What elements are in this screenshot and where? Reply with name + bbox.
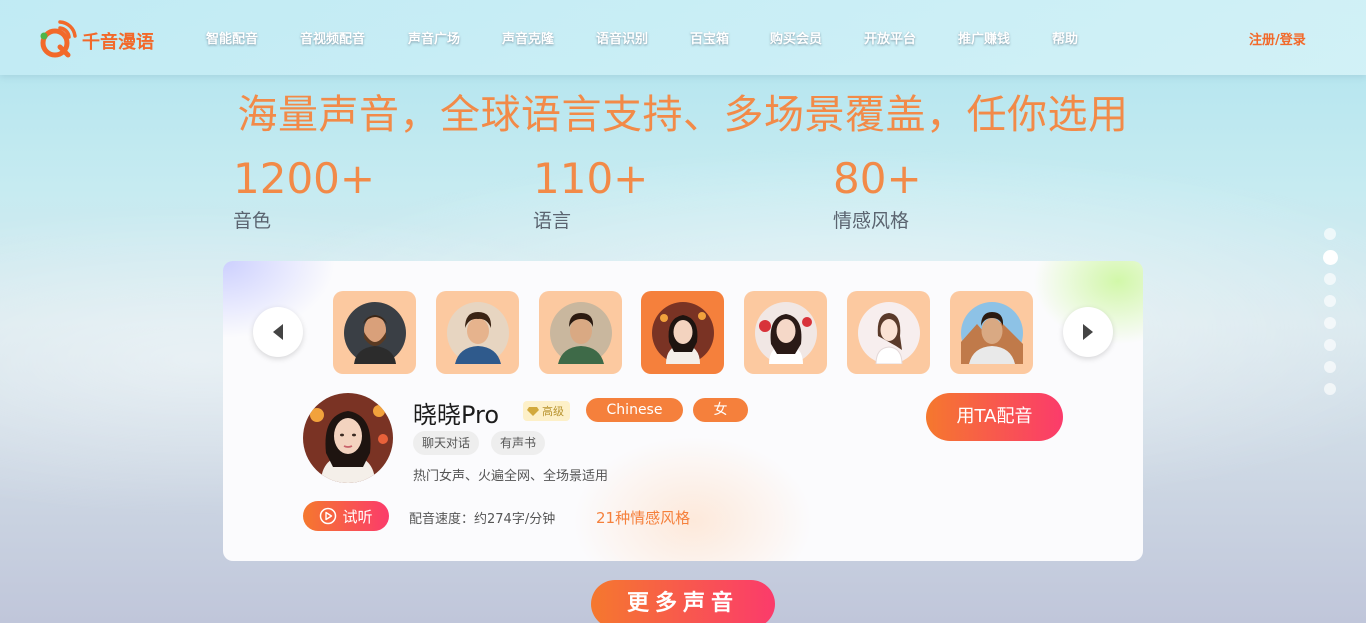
brand-name: 千音漫语: [82, 32, 154, 53]
pagination-dot[interactable]: [1324, 228, 1336, 240]
pagination-dot[interactable]: [1324, 361, 1336, 373]
use-voice-button[interactable]: 用TA配音: [926, 393, 1063, 441]
voice-gender-tag: 女: [693, 398, 748, 422]
nav-voice-square[interactable]: 声音广场: [408, 28, 502, 47]
avatar-man-mountains-icon: [960, 301, 1023, 364]
stat-label: 情感风格: [833, 210, 910, 232]
diamond-icon: [527, 407, 539, 416]
nav-smart-dubbing[interactable]: 智能配音: [206, 28, 300, 47]
voice-thumb-young-man[interactable]: [436, 291, 519, 374]
brand-logo[interactable]: 千音漫语: [38, 14, 158, 60]
voice-name: 晓晓Pro: [413, 401, 500, 429]
carousel-next-button[interactable]: [1063, 307, 1113, 357]
main-nav: 智能配音 音视频配音 声音广场 声音克隆 语音识别 百宝箱 购买会员 开放平台 …: [188, 0, 1092, 75]
voice-thumb-cartoon-girl[interactable]: [847, 291, 930, 374]
top-nav-bar: 千音漫语 智能配音 音视频配音 声音广场 声音克隆 语音识别 百宝箱 购买会员 …: [0, 0, 1366, 75]
stat-value: 110+: [533, 154, 649, 203]
carousel-prev-button[interactable]: [253, 307, 303, 357]
stat-emotions: 80+ 情感风格: [833, 152, 922, 233]
logo-icon: [40, 20, 77, 58]
voice-thumb-xiaoxiao-selected[interactable]: [641, 291, 724, 374]
dubbing-speed: 配音速度：约274字/分钟: [409, 512, 556, 527]
stat-value: 80+: [833, 154, 922, 203]
listen-label: 试听: [342, 507, 373, 526]
pagination-dot[interactable]: [1324, 273, 1336, 285]
pagination-dot[interactable]: [1324, 317, 1336, 329]
nav-voice-clone[interactable]: 声音克隆: [502, 28, 596, 47]
nav-referral[interactable]: 推广赚钱: [958, 28, 1052, 47]
stat-value: 1200+: [233, 154, 376, 203]
section-pagination: [1323, 228, 1338, 405]
voice-level-text: 高级: [542, 405, 564, 418]
stat-voices: 1200+ 音色: [233, 152, 375, 233]
stat-label: 音色: [233, 210, 272, 232]
voice-level-badge: 高级: [523, 401, 570, 421]
page-headline: 海量声音，全球语言支持、多场景覆盖，任你选用: [237, 92, 1129, 138]
voice-thumb-bearded-man[interactable]: [333, 291, 416, 374]
avatar-cartoon-girl-icon: [857, 301, 920, 364]
stat-label: 语言: [533, 210, 572, 232]
selected-voice-avatar: [303, 393, 393, 483]
nav-buy-membership[interactable]: 购买会员: [770, 28, 864, 47]
nav-toolbox[interactable]: 百宝箱: [690, 28, 770, 47]
login-register-link[interactable]: 注册/登录: [1249, 29, 1306, 48]
pagination-dot-active[interactable]: [1323, 250, 1338, 265]
nav-help[interactable]: 帮助: [1052, 28, 1092, 47]
triangle-left-icon: [273, 324, 283, 340]
triangle-right-icon: [1083, 324, 1093, 340]
voice-thumb-man-mountains[interactable]: [950, 291, 1033, 374]
stat-languages: 110+ 语言: [533, 152, 648, 233]
nav-av-dubbing[interactable]: 音视频配音: [300, 28, 408, 47]
pagination-dot[interactable]: [1324, 383, 1336, 395]
avatar-man-green-jacket-icon: [549, 301, 612, 364]
play-circle-icon: [320, 507, 337, 525]
nav-open-platform[interactable]: 开放平台: [864, 28, 958, 47]
voice-scene-tag: 聊天对话: [413, 431, 480, 455]
voice-thumb-man-green-jacket[interactable]: [539, 291, 622, 374]
voice-thumb-woman-red-flowers[interactable]: [744, 291, 827, 374]
voice-card: 晓晓Pro 高级 Chinese 女 聊天对话 有声书 热门女声、火遍全网、全场…: [223, 261, 1143, 561]
avatar-bearded-man-icon: [343, 301, 406, 364]
voice-scene-tag: 有声书: [491, 431, 546, 455]
listen-button[interactable]: 试听: [303, 501, 389, 531]
more-voices-button[interactable]: 更多声音: [591, 580, 775, 623]
pagination-dot[interactable]: [1324, 295, 1336, 307]
avatar-woman-red-flowers-icon: [754, 301, 817, 364]
pagination-dot[interactable]: [1324, 339, 1336, 351]
voice-description: 热门女声、火遍全网、全场景适用: [413, 469, 609, 484]
avatar-xiaoxiao-icon: [651, 301, 714, 364]
emotion-styles-link[interactable]: 21种情感风格: [596, 507, 690, 528]
voice-language-tag: Chinese: [586, 398, 683, 422]
avatar-young-man-icon: [446, 301, 509, 364]
nav-speech-recognition[interactable]: 语音识别: [596, 28, 690, 47]
